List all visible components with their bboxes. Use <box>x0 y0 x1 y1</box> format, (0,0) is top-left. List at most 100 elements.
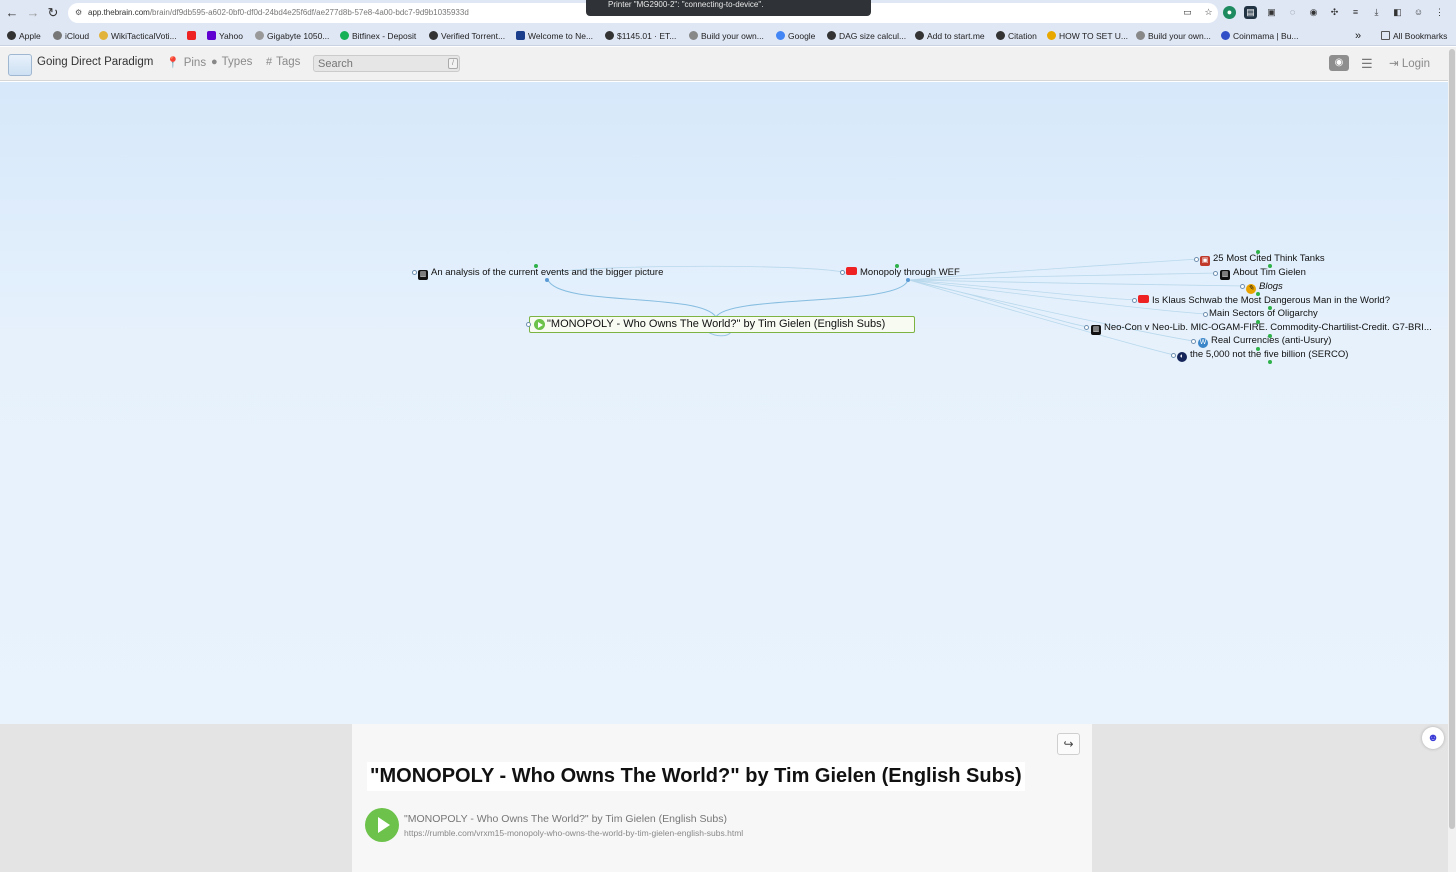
globe-icon <box>996 31 1005 40</box>
extension-icon[interactable]: ▤ <box>1244 6 1257 19</box>
types-icon: ● <box>211 56 218 68</box>
document-icon: ▥ <box>418 270 428 280</box>
bookmark-item[interactable]: Apple <box>7 29 41 43</box>
bookmark-item[interactable] <box>187 29 199 43</box>
bookmark-item[interactable]: Add to start.me <box>915 29 985 43</box>
star-icon[interactable]: ☆ <box>1202 6 1215 19</box>
extension-icon[interactable]: ● <box>1223 6 1236 19</box>
scrollbar-thumb[interactable] <box>1449 49 1455 829</box>
url-path: /brain/df9db595-a602-0bf0-df0d-24bd4e25f… <box>149 8 469 17</box>
page-scrollbar[interactable] <box>1448 47 1456 872</box>
bookmark-item[interactable]: Welcome to Ne... <box>516 29 593 43</box>
apple-icon <box>7 31 16 40</box>
bookmark-item[interactable]: Verified Torrent... <box>429 29 505 43</box>
node-gate[interactable] <box>1132 298 1137 303</box>
search-input[interactable] <box>313 55 460 72</box>
node-gate[interactable] <box>526 322 531 327</box>
connection-dot <box>895 264 899 268</box>
sidebar-icon[interactable]: ◧ <box>1391 6 1404 19</box>
node-gate[interactable] <box>840 270 845 275</box>
bookmark-item[interactable]: Coinmama | Bu... <box>1221 29 1299 43</box>
bookmark-item[interactable]: Citation <box>996 29 1037 43</box>
thought-plex[interactable]: ▥ An analysis of the current events and t… <box>0 82 1448 724</box>
more-bookmarks-button[interactable]: » <box>1355 29 1361 43</box>
connection-dot <box>1268 264 1272 268</box>
eye-icon[interactable]: ◉ <box>1329 55 1349 71</box>
back-arrow-icon[interactable]: ← <box>4 5 20 21</box>
node-gate[interactable] <box>1203 312 1208 317</box>
connection-dot <box>1268 334 1272 338</box>
cast-icon[interactable]: ▭ <box>1181 6 1194 19</box>
settings-sliders-icon[interactable]: ☰ <box>1361 56 1373 72</box>
rumble-play-icon <box>534 319 545 330</box>
site-info-icon[interactable]: ⚙ <box>75 3 82 23</box>
extension-icons: ▭ ☆ ● ▤ ▣ ◌ ◉ ✣ ≡ ⤓ ◧ ☺ ⋮ <box>1181 6 1446 20</box>
connection-dot <box>1256 347 1260 351</box>
rumble-icon[interactable] <box>365 808 399 842</box>
bookmark-favicon <box>689 31 698 40</box>
bookmark-item[interactable]: HOW TO SET U... <box>1047 29 1128 43</box>
reload-icon[interactable]: ↻ <box>45 5 61 21</box>
jump-link <box>908 279 1175 356</box>
thought-node[interactable]: ◐ the 5,000 not the five billion (SERCO) <box>1177 348 1348 362</box>
notes-panel: ↪ "MONOPOLY - Who Owns The World?" by Ti… <box>352 724 1092 872</box>
node-gate[interactable] <box>1084 325 1089 330</box>
bookmark-item[interactable]: DAG size calcul... <box>827 29 906 43</box>
thought-node[interactable]: Main Sectors of Oligarchy <box>1209 307 1318 320</box>
bitfinex-icon <box>340 31 349 40</box>
parent-link <box>547 279 717 318</box>
youtube-icon <box>1138 295 1149 303</box>
serco-icon: ◐ <box>1177 352 1187 362</box>
extension-icon[interactable]: ▣ <box>1265 6 1278 19</box>
bookmark-item[interactable]: Gigabyte 1050... <box>255 29 329 43</box>
thought-node[interactable]: ✎ Blogs <box>1246 280 1283 294</box>
thought-node[interactable]: Monopoly through WEF <box>846 266 960 279</box>
bookmark-item[interactable]: $1145.01 · ET... <box>605 29 676 43</box>
bookmark-item[interactable]: WikiTacticalVoti... <box>99 29 177 43</box>
thought-node[interactable]: W Real Currencies (anti-Usury) <box>1198 334 1331 348</box>
tags-button[interactable]: # Tags <box>266 56 300 68</box>
brain-logo-icon[interactable] <box>8 54 32 76</box>
brain-name[interactable]: Going Direct Paradigm <box>37 56 153 68</box>
all-bookmarks-button[interactable]: All Bookmarks <box>1381 29 1447 43</box>
node-gate[interactable] <box>1171 353 1176 358</box>
thought-node[interactable]: ▥ Neo-Con v Neo-Lib. MIC-OGAM-FIRE. Commo… <box>1091 321 1432 335</box>
bookmark-item[interactable]: Bitfinex - Deposit <box>340 29 416 43</box>
node-gate[interactable] <box>1213 271 1218 276</box>
connection-dot <box>1268 360 1272 364</box>
node-gate[interactable] <box>1191 339 1196 344</box>
bookmark-item[interactable]: Yahoo <box>207 29 243 43</box>
forward-arrow-icon[interactable]: → <box>25 5 41 21</box>
login-button[interactable]: ⇥ Login <box>1389 56 1430 70</box>
reading-list-icon[interactable]: ≡ <box>1349 6 1362 19</box>
connection-dot <box>534 264 538 268</box>
bookmark-item[interactable]: Google <box>776 29 815 43</box>
node-gate[interactable] <box>1240 284 1245 289</box>
think-tank-icon: ▣ <box>1200 256 1210 266</box>
bookmark-item[interactable]: iCloud <box>53 29 89 43</box>
active-thought[interactable]: "MONOPOLY - Who Owns The World?" by Tim … <box>529 316 915 333</box>
types-button[interactable]: ● Types <box>211 56 252 68</box>
thought-node[interactable]: Is Klaus Schwab the Most Dangerous Man i… <box>1138 294 1390 307</box>
bookmark-item[interactable]: Build your own... <box>1136 29 1211 43</box>
bookmark-favicon <box>1136 31 1145 40</box>
globe-icon <box>915 31 924 40</box>
puzzle-icon[interactable]: ✣ <box>1328 6 1341 19</box>
profile-icon[interactable]: ☺ <box>1412 6 1425 19</box>
download-icon[interactable]: ⤓ <box>1370 6 1383 19</box>
attachment-title[interactable]: "MONOPOLY - Who Owns The World?" by Tim … <box>404 813 727 825</box>
pins-button[interactable]: 📍 Pins <box>166 56 206 69</box>
node-gate[interactable] <box>412 270 417 275</box>
share-icon[interactable]: ↪ <box>1057 733 1080 755</box>
extension-icon[interactable]: ◉ <box>1307 6 1320 19</box>
thought-node[interactable]: ▥ About Tim Gielen <box>1220 266 1306 280</box>
assistant-icon[interactable]: ☻ <box>1422 727 1444 749</box>
icloud-icon <box>53 31 62 40</box>
menu-icon[interactable]: ⋮ <box>1433 6 1446 19</box>
node-gate[interactable] <box>1194 257 1199 262</box>
thought-node[interactable]: ▣ 25 Most Cited Think Tanks <box>1200 252 1325 266</box>
thought-node[interactable]: ▥ An analysis of the current events and t… <box>418 266 663 280</box>
extension-icon[interactable]: ◌ <box>1286 6 1299 19</box>
attachment-url[interactable]: https://rumble.com/vrxm15-monopoly-who-o… <box>404 828 743 838</box>
bookmark-item[interactable]: Build your own... <box>689 29 764 43</box>
